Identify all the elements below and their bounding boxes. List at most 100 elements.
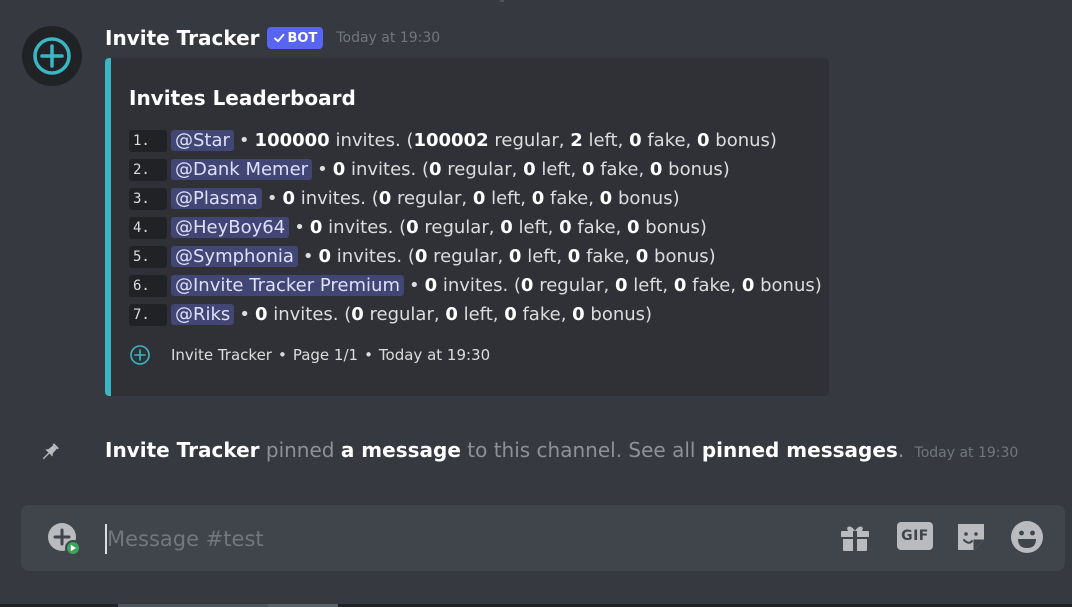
rank-number: 3. (129, 187, 167, 210)
bullet-separator: • (239, 304, 250, 325)
invites-label: invites. ( (300, 188, 379, 209)
fake-count: 0 (567, 246, 581, 267)
invites-label: invites. ( (336, 246, 415, 267)
regular-count: 0 (351, 304, 364, 325)
regular-count: 0 (406, 217, 419, 238)
invites-count: 0 (318, 246, 332, 267)
leaderboard-row: 1. @Star • 100000 invites. (100002 regular,… (129, 126, 822, 155)
pinned-messages-link[interactable]: pinned messages (702, 438, 898, 462)
bullet-separator: • (408, 275, 420, 296)
bonus-label: bonus) (654, 246, 716, 267)
fake-label: fake, (549, 188, 594, 209)
regular-count: 100002 (413, 130, 489, 151)
fake-count: 0 (559, 217, 572, 238)
system-text-channel: to this channel. See all (467, 438, 696, 462)
left-count: 0 (472, 188, 486, 209)
embed-title: Invites Leaderboard (129, 86, 356, 110)
fake-label: fake, (577, 217, 622, 238)
message-composer: GIF (21, 505, 1065, 571)
gift-button[interactable] (838, 520, 872, 554)
bullet-separator: • (317, 159, 328, 180)
fake-count: 0 (531, 188, 545, 209)
bonus-count: 0 (741, 275, 755, 296)
user-mention[interactable]: @Star (171, 130, 234, 151)
bonus-count: 0 (572, 304, 585, 325)
invites-count: 0 (254, 304, 268, 325)
footer-logo-icon (129, 344, 151, 366)
bonus-label: bonus) (617, 188, 680, 209)
fake-label: fake, (586, 246, 631, 267)
left-count: 0 (508, 246, 522, 267)
leaderboard-row: 2. @Dank Memer • 0 invites. (0 regular, 0 l… (129, 155, 822, 184)
leaderboard-row: 6. @Invite Tracker Premium • 0 invites. (0 … (129, 271, 822, 300)
sticker-icon (958, 524, 984, 550)
embed-footer: Invite Tracker • Page 1/1 • Today at 19:… (129, 344, 490, 366)
checkmark-icon (273, 33, 284, 43)
fake-label: fake, (647, 130, 692, 151)
message-timestamp[interactable]: Today at 19:30 (336, 30, 440, 46)
rank-number: 5. (129, 245, 167, 268)
bonus-label: bonus) (668, 159, 730, 180)
leaderboard-row: 7. @Riks • 0 invites. (0 regular, 0 left, 0… (129, 300, 822, 329)
regular-label: regular, (447, 159, 518, 180)
author-name[interactable]: Invite Tracker (105, 26, 260, 50)
message-input[interactable] (107, 523, 827, 555)
invites-count: 0 (332, 159, 346, 180)
emoji-icon (1011, 521, 1043, 553)
bullet-separator: • (238, 130, 250, 151)
user-mention[interactable]: @Riks (171, 304, 235, 325)
system-author[interactable]: Invite Tracker (105, 438, 260, 462)
fake-label: fake, (692, 275, 737, 296)
footer-separator: • (277, 346, 287, 364)
invites-label: invites. ( (328, 217, 407, 238)
left-label: left, (633, 275, 669, 296)
embed: Invites Leaderboard 1. @Star • 100000 invit… (105, 58, 829, 396)
bonus-label: bonus) (715, 130, 777, 151)
regular-label: regular, (397, 188, 468, 209)
invites-label: invites. ( (273, 304, 352, 325)
bullet-separator: • (294, 217, 305, 238)
left-label: left, (518, 217, 554, 238)
leaderboard-row: 4. @HeyBoy64 • 0 invites. (0 regular, 0 lef… (129, 213, 822, 242)
user-mention[interactable]: @Invite Tracker Premium (171, 275, 404, 296)
left-label: left, (463, 304, 499, 325)
left-count: 0 (500, 217, 513, 238)
avatar[interactable] (22, 26, 82, 86)
footer-page: Page 1/1 (292, 346, 359, 364)
user-mention[interactable]: @HeyBoy64 (171, 217, 290, 238)
regular-label: regular, (539, 275, 610, 296)
bonus-count: 0 (599, 188, 613, 209)
user-mention[interactable]: @Symphonia (171, 246, 298, 267)
rank-number: 6. (129, 274, 167, 297)
left-count: 0 (523, 159, 536, 180)
sticker-button[interactable] (954, 520, 988, 554)
system-text-pinned: pinned (265, 438, 335, 462)
regular-count: 0 (378, 188, 392, 209)
regular-count: 0 (414, 246, 428, 267)
emoji-button[interactable] (1010, 520, 1044, 554)
left-count: 0 (445, 304, 458, 325)
fake-label: fake, (522, 304, 567, 325)
pinned-message-link[interactable]: a message (341, 438, 461, 462)
bullet-separator: • (266, 188, 278, 209)
rank-number: 7. (129, 303, 167, 326)
leaderboard-list: 1. @Star • 100000 invites. (100002 regular,… (129, 126, 822, 329)
user-mention[interactable]: @Plasma (171, 188, 262, 209)
regular-label: regular, (433, 246, 504, 267)
system-timestamp[interactable]: Today at 19:30 (915, 445, 1019, 461)
gif-button[interactable]: GIF (897, 522, 933, 550)
bonus-count: 0 (697, 130, 710, 151)
leaderboard-row: 5. @Symphonia • 0 invites. (0 regular, 0 le… (129, 242, 822, 271)
system-message: Invite Tracker pinned a message to this … (0, 434, 1072, 468)
rank-number: 1. (129, 129, 167, 152)
rank-number: 2. (129, 158, 167, 181)
regular-label: regular, (369, 304, 440, 325)
user-mention[interactable]: @Dank Memer (171, 159, 313, 180)
left-count: 2 (570, 130, 583, 151)
pin-icon (42, 443, 59, 460)
bonus-label: bonus) (645, 217, 707, 238)
fake-count: 0 (629, 130, 642, 151)
regular-count: 0 (429, 159, 442, 180)
upload-icon[interactable] (47, 522, 81, 556)
leaderboard-row: 3. @Plasma • 0 invites. (0 regular, 0 left,… (129, 184, 822, 213)
